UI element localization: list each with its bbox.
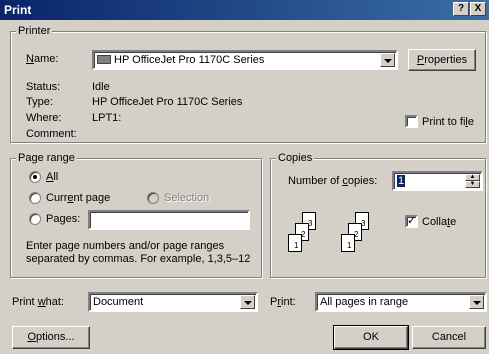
page-icon: 1 xyxy=(341,234,355,252)
pages-input[interactable] xyxy=(88,210,250,230)
page-range-legend: Page range xyxy=(16,152,77,165)
comment-label: Comment: xyxy=(26,128,77,140)
all-label: All xyxy=(46,171,59,183)
window-title: Print xyxy=(4,3,32,17)
print-what-label: Print what: xyxy=(12,296,64,308)
print-to-file-checkbox[interactable] xyxy=(405,115,418,128)
copies-value: 1 xyxy=(397,175,406,187)
print-to-file-label: Print to file xyxy=(422,116,474,128)
print-what-value: Document xyxy=(93,296,144,308)
collate-checkbox[interactable]: ✓ xyxy=(405,215,418,228)
print-select[interactable]: All pages in range xyxy=(315,292,487,312)
close-button[interactable]: X xyxy=(470,2,486,16)
all-radio[interactable] xyxy=(29,171,41,183)
spin-down-icon[interactable]: ▼ xyxy=(465,181,480,188)
printer-name-value: HP OfficeJet Pro 1170C Series xyxy=(114,54,265,66)
properties-button[interactable]: Properties xyxy=(408,49,476,71)
collate-label: Collate xyxy=(422,216,457,228)
print-what-dropdown-icon[interactable] xyxy=(240,295,255,309)
print-what-select[interactable]: Document xyxy=(88,292,258,312)
pages-label: Pages: xyxy=(46,213,81,225)
print-dropdown-icon[interactable] xyxy=(469,295,484,309)
copies-spinner[interactable]: 1 ▲ ▼ xyxy=(392,171,483,191)
options-button[interactable]: Options... xyxy=(12,326,90,349)
pages-radio[interactable] xyxy=(29,213,41,225)
status-label: Status: xyxy=(26,81,61,93)
copies-legend: Copies xyxy=(276,152,315,165)
page-range-hint: Enter page numbers and/or page ranges se… xyxy=(26,240,251,265)
selection-label: Selection xyxy=(164,192,210,204)
current-page-radio[interactable] xyxy=(29,192,41,204)
ok-button[interactable]: OK xyxy=(333,325,409,350)
status-value: Idle xyxy=(92,81,110,93)
printer-icon xyxy=(97,55,111,64)
print-value: All pages in range xyxy=(320,296,409,308)
cancel-button[interactable]: Cancel xyxy=(412,326,486,349)
printer-legend: Printer xyxy=(16,25,53,38)
selection-radio[interactable] xyxy=(147,192,159,204)
help-button[interactable]: ? xyxy=(453,2,469,16)
where-label: Where: xyxy=(26,112,62,124)
printer-name-dropdown-icon[interactable] xyxy=(380,53,395,67)
printer-name-select[interactable]: HP OfficeJet Pro 1170C Series xyxy=(92,50,398,70)
where-value: LPT1: xyxy=(92,112,122,124)
page-icon: 1 xyxy=(288,234,302,252)
type-label: Type: xyxy=(26,96,53,108)
number-of-copies-label: Number of copies: xyxy=(288,175,378,187)
title-bar: Print ? X xyxy=(0,0,489,20)
type-value: HP OfficeJet Pro 1170C Series xyxy=(92,96,243,108)
current-page-label: Current page xyxy=(46,192,111,204)
name-label: Name: xyxy=(26,53,59,65)
print-label: Print: xyxy=(270,296,296,308)
spin-up-icon[interactable]: ▲ xyxy=(465,174,480,181)
